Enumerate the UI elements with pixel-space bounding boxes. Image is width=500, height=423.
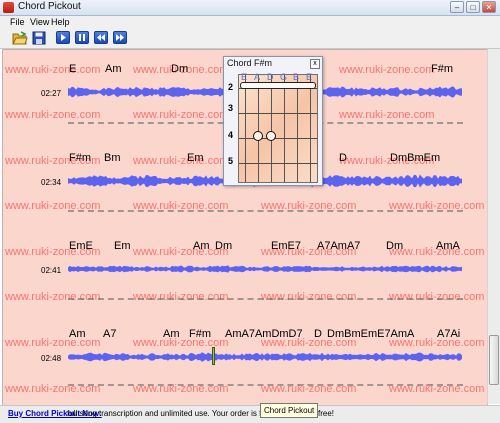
fret-number: 3 [228,103,234,113]
chord-label[interactable]: AmA [436,240,460,252]
chord-panel-title: Chord F#m [227,58,273,68]
close-button[interactable]: ✕ [482,1,496,13]
watermark: www.ruki-zone.com [339,109,435,121]
chord-label[interactable]: D [314,328,322,340]
open-folder-icon[interactable] [12,31,28,45]
tooltip: Chord Pickout [260,403,319,418]
time-label: 02:27 [41,89,62,98]
chord-label[interactable]: Em [114,240,131,252]
chord-label[interactable]: Bm [104,152,121,164]
chord-label[interactable]: Em [187,152,204,164]
chord-label[interactable]: Am [163,328,180,340]
track-divider [68,210,463,212]
maximize-button[interactable]: □ [466,1,480,13]
fast-forward-icon[interactable] [113,31,127,44]
rewind-icon[interactable] [94,31,108,44]
chord-label[interactable]: Dm [171,63,188,75]
time-label: 02:48 [41,354,62,363]
string-name: G [280,72,288,82]
string-line [245,75,246,182]
time-label: 02:41 [41,266,62,275]
fret-line [239,163,317,164]
string-name: D [267,72,274,82]
app-icon [3,2,14,13]
scrollbar-thumb[interactable] [489,335,499,385]
waveform-shape [68,352,462,362]
chord-label[interactable]: DmBmEm [390,152,440,164]
string-name: B [293,72,300,82]
track-divider [68,384,463,386]
chord-label[interactable]: Am [105,63,122,75]
fretboard [238,74,318,183]
chord-label[interactable]: EmE7 [271,240,301,252]
chord-label[interactable]: E [69,63,76,75]
finger-dot [253,131,263,141]
string-line [297,75,298,182]
fret-line [239,138,317,139]
watermark: www.ruki-zone.com [339,64,435,76]
chord-label[interactable]: Am [193,240,210,252]
string-line [271,75,272,182]
string-name: E [306,72,313,82]
watermark: www.ruki-zone.com [389,291,485,303]
save-icon[interactable] [32,31,46,45]
waveform[interactable] [68,258,463,280]
title-bar: Chord Pickout – □ ✕ [0,0,500,16]
status-bar: Buy Chord Pickout Now: full song transcr… [0,405,500,423]
menu-bar: File View Help [0,16,500,28]
chord-label[interactable]: A7Ai [437,328,460,340]
toolbar [0,28,500,49]
chord-label[interactable]: DmBmEmE7AmA [327,328,414,340]
chord-label[interactable]: F#m [189,328,211,340]
chord-label[interactable]: EmE [69,240,93,252]
chord-label[interactable]: F#m [69,152,91,164]
fret-number: 4 [228,130,234,140]
chord-label[interactable]: Am [69,328,86,340]
chord-panel-close-button[interactable]: x [310,59,320,69]
track-divider [68,298,463,300]
window-title: Chord Pickout [18,1,81,12]
string-line [258,75,259,182]
waveform-shape [68,265,462,273]
string-name: E [241,72,248,82]
play-icon[interactable] [56,31,70,44]
time-label: 02:34 [41,178,62,187]
string-name: A [254,72,261,82]
chord-diagram-panel[interactable]: Chord F#m x E A D G B E 2 3 4 5 [223,56,323,186]
status-message-end: free! [318,409,335,418]
menu-help[interactable]: Help [51,16,70,28]
finger-dot [266,131,276,141]
playhead-marker[interactable] [212,347,215,365]
chord-label[interactable]: D [339,152,347,164]
menu-file[interactable]: File [10,16,25,28]
fret-line [239,113,317,114]
fret-number: 5 [228,156,234,166]
fret-number: 2 [228,82,234,92]
status-message: full song transcription and unlimited us… [67,409,262,418]
minimize-button[interactable]: – [450,1,464,13]
chord-label[interactable]: A7 [103,328,116,340]
chord-label[interactable]: Dm [215,240,232,252]
string-line [310,75,311,182]
chord-label[interactable]: A7AmA7 [317,240,360,252]
waveform[interactable] [68,346,463,368]
chord-label[interactable]: Dm [386,240,403,252]
vertical-scrollbar[interactable] [487,49,500,404]
chord-label[interactable]: AmA7AmDmD7 [225,328,303,340]
chord-label[interactable]: F#m [431,63,453,75]
barre-marker [240,82,316,89]
string-line [284,75,285,182]
pause-icon[interactable] [75,31,89,44]
menu-view[interactable]: View [30,16,49,28]
